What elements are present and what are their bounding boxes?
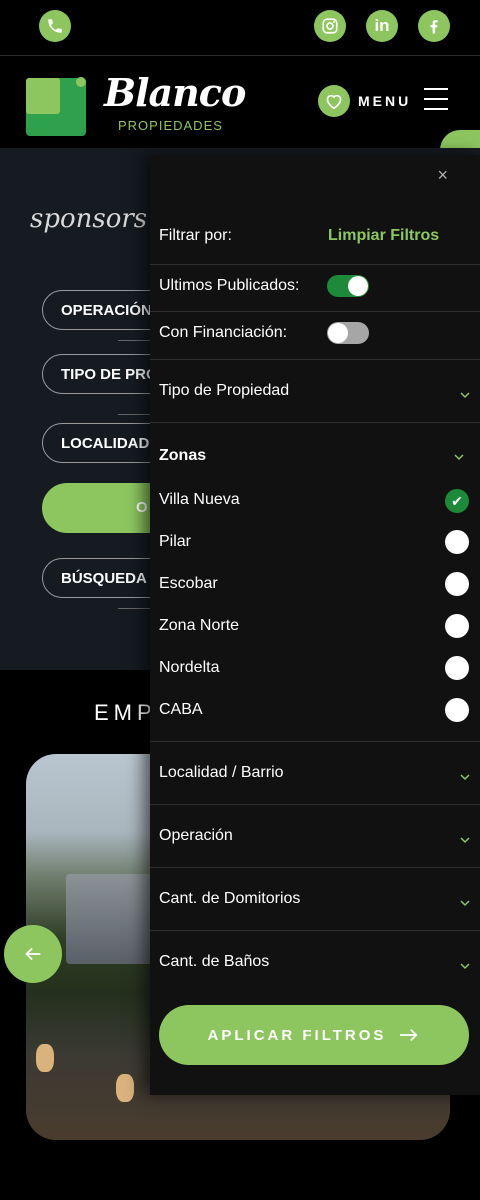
favorites-button[interactable]: [318, 85, 350, 117]
logo-wordmark[interactable]: Blanco: [104, 70, 246, 115]
top-bar: in: [0, 0, 480, 56]
zone-radio[interactable]: [445, 698, 469, 722]
toggle-row-financing: Con Financiación:: [150, 312, 480, 360]
logo-subtitle: PROPIEDADES: [118, 118, 223, 133]
filter-drawer: × Filtrar por: Limpiar Filtros Ultimos P…: [150, 155, 480, 1095]
section-label: Operación: [159, 827, 233, 844]
zone-option-label[interactable]: Villa Nueva: [159, 491, 240, 509]
zone-radio[interactable]: [445, 572, 469, 596]
filter-by-label: Filtrar por:: [159, 227, 232, 244]
zone-option-label[interactable]: Escobar: [159, 575, 218, 593]
section-banos[interactable]: Cant. de Baños: [150, 931, 480, 981]
toggle-label: Con Financiación:: [159, 324, 288, 341]
instagram-icon[interactable]: [314, 10, 346, 42]
arrow-left-icon: [25, 947, 41, 961]
checkmark-icon: ✔: [451, 492, 463, 509]
chevron-down-icon: [460, 774, 470, 781]
section-localidad[interactable]: Localidad / Barrio: [150, 742, 480, 805]
site-header: Blanco PROPIEDADES MENU: [0, 56, 480, 148]
lamp-shape: [116, 1074, 134, 1102]
section-tipo[interactable]: Tipo de Propiedad: [150, 360, 480, 423]
chevron-down-icon[interactable]: [454, 452, 464, 462]
toggle-row-latest: Ultimos Publicados:: [150, 265, 480, 312]
apply-area: APLICAR FILTROS: [150, 981, 480, 1095]
linkedin-icon-text: in: [374, 16, 390, 35]
lamp-shape: [36, 1044, 54, 1072]
chevron-down-icon: [460, 392, 470, 399]
arrow-right-icon: [400, 1028, 418, 1042]
logo-mark-icon[interactable]: [26, 76, 90, 136]
section-label: Tipo de Propiedad: [159, 382, 290, 399]
zone-option-label[interactable]: Nordelta: [159, 659, 219, 677]
apply-filters-button[interactable]: APLICAR FILTROS: [159, 1005, 469, 1065]
zone-option-label[interactable]: Zona Norte: [159, 617, 239, 635]
previous-slide-button[interactable]: [4, 925, 62, 983]
sponsors-heading: sponsors: [30, 204, 148, 234]
hamburger-menu-icon[interactable]: [424, 88, 448, 110]
zone-option-label[interactable]: Pilar: [159, 533, 191, 551]
section-title: EMP: [94, 700, 157, 725]
clear-filters-link[interactable]: Limpiar Filtros: [328, 227, 439, 245]
zone-radio[interactable]: [445, 656, 469, 680]
section-label[interactable]: Zonas: [159, 447, 206, 465]
zone-radio-selected[interactable]: ✔: [445, 489, 469, 513]
linkedin-icon[interactable]: in: [366, 10, 398, 42]
chevron-down-icon: [460, 900, 470, 907]
close-icon[interactable]: ×: [437, 165, 448, 186]
section-label: Cant. de Domitorios: [159, 890, 301, 907]
menu-label[interactable]: MENU: [358, 93, 411, 109]
filter-header-row: Filtrar por: Limpiar Filtros: [150, 207, 480, 265]
zone-option-label[interactable]: CABA: [159, 701, 203, 719]
section-label: Cant. de Baños: [159, 953, 270, 970]
section-zonas: Zonas Villa Nueva ✔ Pilar Escobar Zona N…: [150, 423, 480, 742]
heart-icon: [326, 94, 342, 110]
financing-toggle[interactable]: [327, 322, 369, 344]
section-label: Localidad / Barrio: [159, 764, 284, 781]
toggle-label: Ultimos Publicados:: [159, 277, 300, 294]
zone-radio[interactable]: [445, 530, 469, 554]
facebook-icon[interactable]: [418, 10, 450, 42]
chevron-down-icon: [460, 837, 470, 844]
phone-icon[interactable]: [39, 10, 71, 42]
zone-radio[interactable]: [445, 614, 469, 638]
chevron-down-icon: [460, 963, 470, 970]
section-operacion[interactable]: Operación: [150, 805, 480, 868]
section-dormitorios[interactable]: Cant. de Domitorios: [150, 868, 480, 931]
latest-published-toggle[interactable]: [327, 275, 369, 297]
apply-filters-label: APLICAR FILTROS: [207, 1026, 387, 1044]
